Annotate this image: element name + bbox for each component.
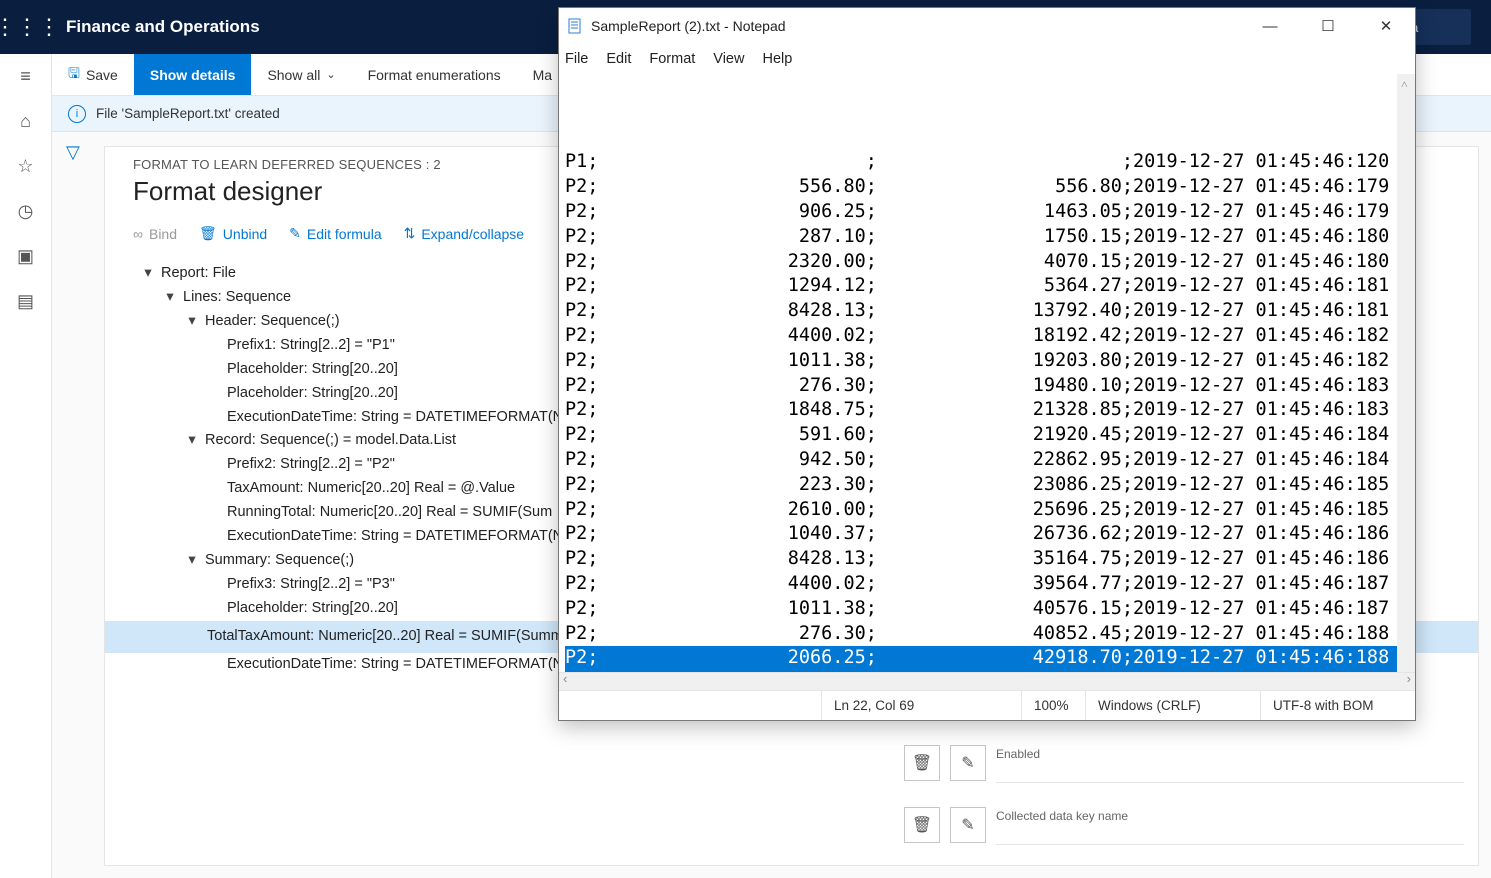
edit-formula-button[interactable]: ✎ Edit formula [289, 225, 381, 242]
favorites-icon[interactable]: ☆ [17, 156, 33, 177]
status-eol: Windows (CRLF) [1085, 691, 1260, 720]
link-icon: ∞ [133, 226, 143, 242]
caret-icon[interactable]: ▾ [185, 429, 199, 453]
vertical-scrollbar[interactable] [1397, 74, 1415, 672]
caret-icon[interactable]: ▾ [185, 549, 199, 573]
chevron-down-icon: ⌄ [326, 68, 335, 81]
edit-button[interactable]: ✎ [950, 745, 986, 781]
tree-node-label: Record: Sequence(;) = model.Data.List [205, 432, 456, 448]
tree-node-label: Prefix2: String[2..2] = "P2" [227, 456, 395, 472]
recent-icon[interactable]: ◷ [18, 201, 34, 222]
tree-node-label: Prefix3: String[2..2] = "P3" [227, 576, 395, 592]
nav-rail: ≡ ⌂ ☆ ◷ ▣ ▤ [0, 54, 52, 878]
save-button[interactable]: 🖫 Save [52, 54, 134, 95]
tree-node-label: Header: Sequence(;) [205, 313, 340, 329]
format-enumerations-button[interactable]: Format enumerations [352, 54, 517, 95]
caret-icon[interactable]: ▾ [141, 262, 155, 286]
bind-button[interactable]: ∞ Bind [133, 226, 177, 242]
menu-help[interactable]: Help [762, 51, 792, 67]
status-position: Ln 22, Col 69 [821, 691, 1021, 720]
tree-node-label: RunningTotal: Numeric[20..20] Real = SUM… [227, 504, 552, 520]
text-line[interactable]: P2; 2320.00; 4070.15;2019-12-27 01:45:46… [565, 250, 1409, 275]
text-line[interactable]: P2; 942.50; 22862.95;2019-12-27 01:45:46… [565, 448, 1409, 473]
text-line[interactable]: P2; 8428.13; 13792.40;2019-12-27 01:45:4… [565, 299, 1409, 324]
caret-icon[interactable]: ▾ [185, 310, 199, 334]
text-line[interactable]: P2; 276.30; 19480.10;2019-12-27 01:45:46… [565, 374, 1409, 399]
tree-node-label: Placeholder: String[20..20] [227, 600, 398, 616]
notepad-statusbar: Ln 22, Col 69 100% Windows (CRLF) UTF-8 … [559, 690, 1415, 720]
home-icon[interactable]: ⌂ [20, 111, 31, 132]
notepad-window[interactable]: SampleReport (2).txt - Notepad — ☐ ✕ Fil… [558, 7, 1416, 721]
app-title: Finance and Operations [54, 17, 260, 37]
text-line[interactable]: P2; 276.30; 40852.45;2019-12-27 01:45:46… [565, 622, 1409, 647]
prop-key-name: 🗑 ✎ Collected data key name [904, 799, 1464, 851]
minimize-button[interactable]: — [1241, 8, 1299, 44]
tree-node-label: Placeholder: String[20..20] [227, 361, 398, 377]
tree-node-label: ExecutionDateTime: String = DATETIMEFORM… [227, 528, 563, 544]
text-line[interactable]: P2; 287.10; 1750.15;2019-12-27 01:45:46:… [565, 225, 1409, 250]
text-line[interactable]: P1; ; ;2019-12-27 01:45:46:120 [565, 150, 1409, 175]
text-line[interactable]: P2; 1294.12; 5364.27;2019-12-27 01:45:46… [565, 274, 1409, 299]
tree-node-label: Prefix1: String[2..2] = "P1" [227, 337, 395, 353]
prop-key-label: Collected data key name [996, 805, 1464, 845]
close-button[interactable]: ✕ [1357, 8, 1415, 44]
pencil-icon: ✎ [289, 225, 301, 242]
menu-view[interactable]: View [713, 51, 744, 67]
text-line[interactable]: P2; 591.60; 21920.45;2019-12-27 01:45:46… [565, 423, 1409, 448]
text-line[interactable]: P2; 1011.38; 19203.80;2019-12-27 01:45:4… [565, 349, 1409, 374]
text-line[interactable]: P2; 1848.75; 21328.85;2019-12-27 01:45:4… [565, 398, 1409, 423]
tree-node-label: Summary: Sequence(;) [205, 552, 354, 568]
waffle-icon[interactable]: ⋮⋮⋮ [0, 0, 54, 54]
workspaces-icon[interactable]: ▣ [17, 246, 34, 267]
menu-edit[interactable]: Edit [606, 51, 631, 67]
text-line[interactable]: P2; 906.25; 1463.05;2019-12-27 01:45:46:… [565, 200, 1409, 225]
menu-format[interactable]: Format [649, 51, 695, 67]
show-details-button[interactable]: Show details [134, 54, 252, 95]
expand-icon: ⇅ [404, 225, 416, 242]
tree-node-label: Report: File [161, 265, 236, 281]
text-line[interactable]: P2; 4400.02; 39564.77;2019-12-27 01:45:4… [565, 572, 1409, 597]
text-line[interactable]: P2; 4400.02; 18192.42;2019-12-27 01:45:4… [565, 324, 1409, 349]
tree-node-label: Placeholder: String[20..20] [227, 385, 398, 401]
window-title: SampleReport (2).txt - Notepad [591, 18, 1241, 34]
save-icon: 🖫 [68, 63, 80, 87]
text-line[interactable]: P2; 1011.38; 40576.15;2019-12-27 01:45:4… [565, 597, 1409, 622]
maximize-button[interactable]: ☐ [1299, 8, 1357, 44]
text-line[interactable]: P2; 8428.13; 35164.75;2019-12-27 01:45:4… [565, 547, 1409, 572]
notification-text: File 'SampleReport.txt' created [96, 106, 280, 121]
status-zoom: 100% [1021, 691, 1085, 720]
edit-button[interactable]: ✎ [950, 807, 986, 843]
menu-icon[interactable]: ≡ [20, 66, 31, 87]
window-titlebar[interactable]: SampleReport (2).txt - Notepad — ☐ ✕ [559, 8, 1415, 44]
modules-icon[interactable]: ▤ [17, 291, 34, 312]
prop-enabled-label: Enabled [996, 743, 1464, 783]
text-line[interactable]: P2; 223.30; 23086.25;2019-12-27 01:45:46… [565, 473, 1409, 498]
menu-file[interactable]: File [565, 51, 588, 67]
delete-icon: 🗑 [199, 225, 217, 242]
text-line[interactable]: P2; 556.80; 556.80;2019-12-27 01:45:46:1… [565, 175, 1409, 200]
filter-icon[interactable]: ▽ [66, 142, 80, 163]
notepad-text-area[interactable]: P1; ; ;2019-12-27 01:45:46:120P2; 556.80… [559, 74, 1415, 672]
horizontal-scrollbar[interactable] [559, 672, 1415, 690]
info-icon: i [68, 105, 86, 123]
prop-enabled: 🗑 ✎ Enabled [904, 737, 1464, 789]
delete-button[interactable]: 🗑 [904, 745, 940, 781]
unbind-button[interactable]: 🗑 Unbind [199, 225, 267, 242]
text-line[interactable]: P2; 2066.25; 42918.70;2019-12-27 01:45:4… [565, 646, 1409, 671]
show-all-button[interactable]: Show all ⌄ [251, 54, 351, 95]
tree-node-label: ExecutionDateTime: String = DATETIMEFORM… [227, 409, 563, 425]
caret-icon[interactable]: ▾ [163, 286, 177, 310]
notepad-menubar[interactable]: File Edit Format View Help [559, 44, 1415, 74]
status-encoding: UTF-8 with BOM [1260, 691, 1415, 720]
expand-collapse-button[interactable]: ⇅ Expand/collapse [404, 225, 524, 242]
tree-node-label: Lines: Sequence [183, 289, 291, 305]
delete-button[interactable]: 🗑 [904, 807, 940, 843]
tree-node-label: TaxAmount: Numeric[20..20] Real = @.Valu… [227, 480, 515, 496]
text-line[interactable]: P2; 1040.37; 26736.62;2019-12-27 01:45:4… [565, 522, 1409, 547]
notepad-icon [567, 17, 585, 35]
text-line[interactable]: P2; 2610.00; 25696.25;2019-12-27 01:45:4… [565, 498, 1409, 523]
